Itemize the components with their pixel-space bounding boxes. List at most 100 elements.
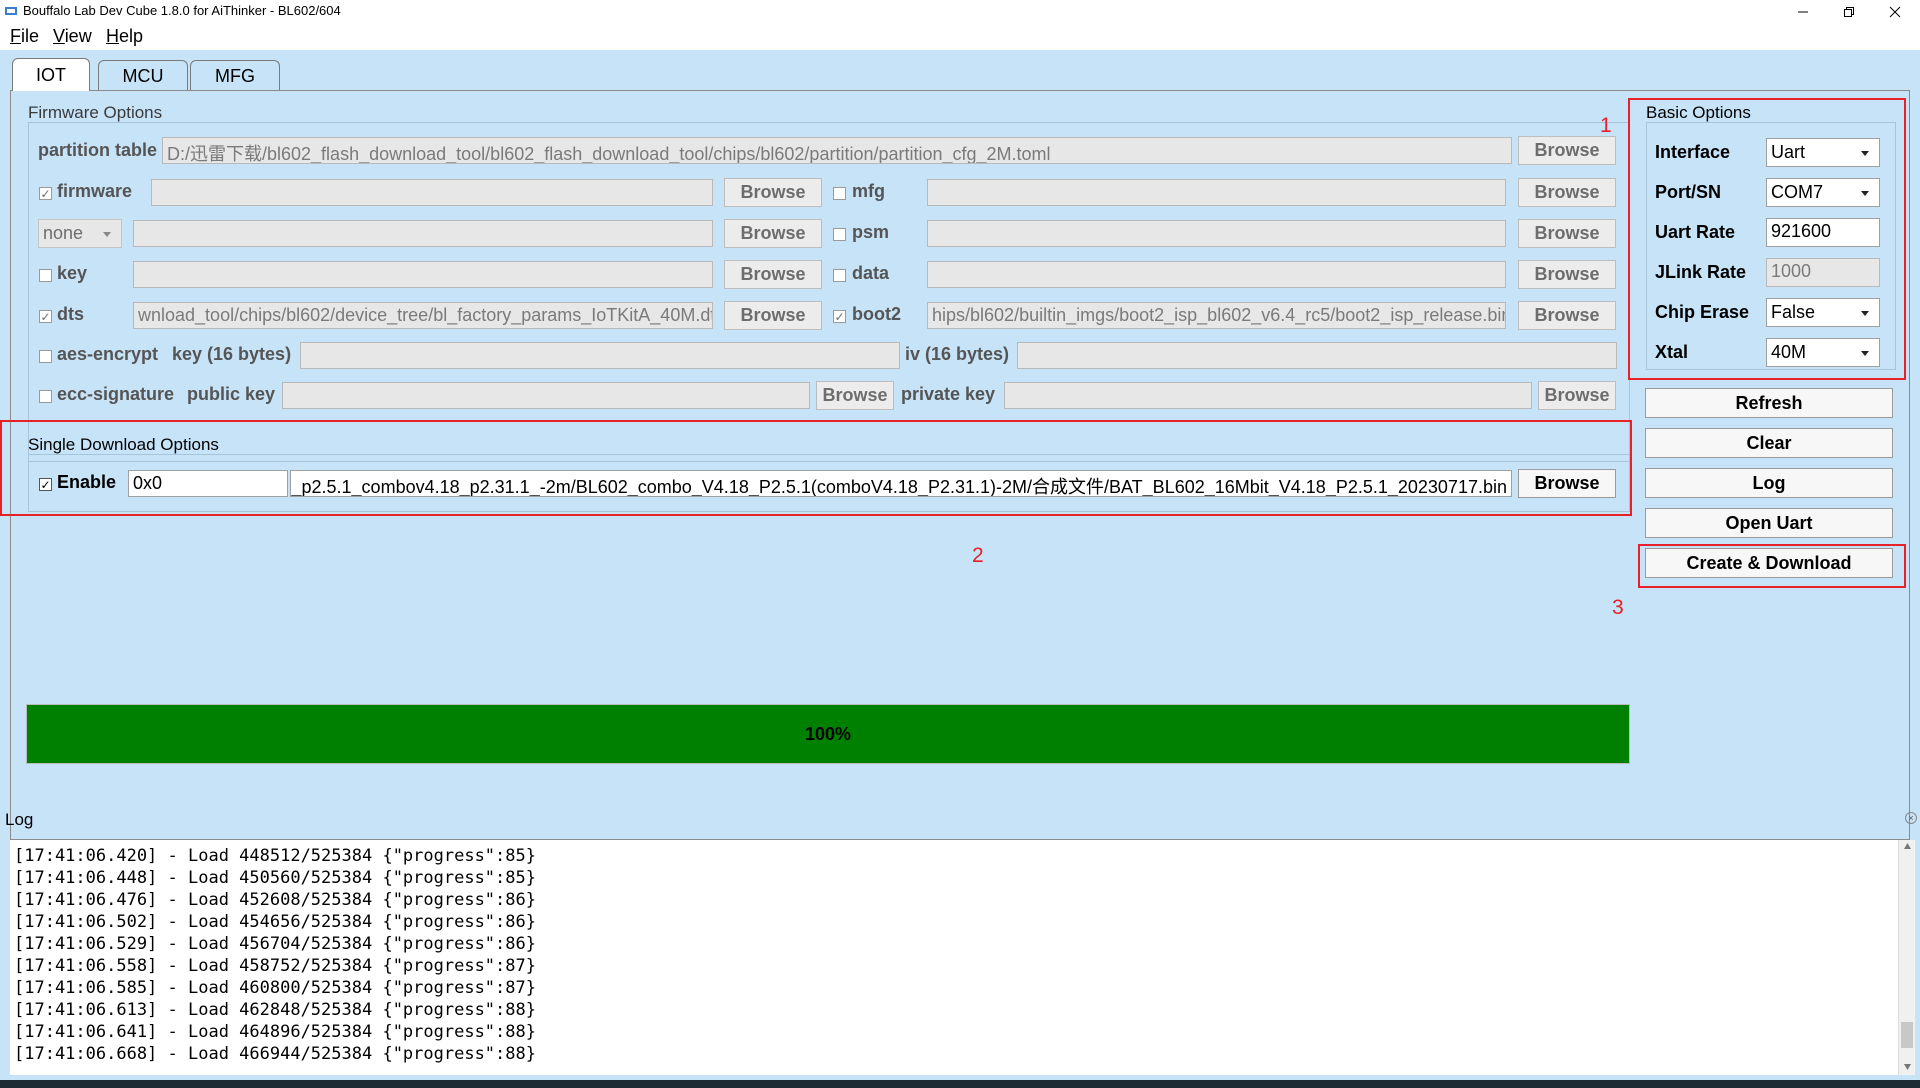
private-key-field[interactable] xyxy=(1004,382,1532,409)
mfg-browse-button[interactable]: Browse xyxy=(1518,178,1616,207)
log-line: [17:41:06.529] - Load 456704/525384 {"pr… xyxy=(14,934,536,954)
aes-iv-field[interactable] xyxy=(1017,342,1617,369)
ecc-signature-checkbox[interactable] xyxy=(39,390,52,403)
psm-checkbox[interactable] xyxy=(833,228,846,241)
public-key-label: public key xyxy=(187,384,276,404)
partition-type-select[interactable]: none xyxy=(38,219,122,248)
log-line: [17:41:06.613] - Load 462848/525384 {"pr… xyxy=(14,1000,536,1020)
annotation-box-2 xyxy=(0,420,1632,516)
close-icon xyxy=(1889,6,1901,18)
check-mark-icon: ✓ xyxy=(40,309,51,324)
data-checkbox[interactable] xyxy=(833,269,846,282)
refresh-button[interactable]: Refresh xyxy=(1645,388,1893,418)
boot2-label: boot2 xyxy=(852,304,901,324)
scroll-down-icon[interactable] xyxy=(1903,1062,1912,1071)
psm-field[interactable] xyxy=(927,220,1506,247)
aes-key-label: key (16 bytes) xyxy=(172,344,292,364)
public-key-browse-button[interactable]: Browse xyxy=(816,381,894,410)
progress-label: 100% xyxy=(804,723,852,744)
main-area: IOT MCU MFG Firmware Options partition t… xyxy=(0,50,1920,1082)
title-bar: Bouffalo Lab Dev Cube 1.8.0 for AiThinke… xyxy=(0,0,1920,24)
private-key-label: private key xyxy=(901,384,996,404)
firmware-options-title: Firmware Options xyxy=(28,103,163,122)
log-button[interactable]: Log xyxy=(1645,468,1893,498)
dts-checkbox[interactable]: ✓ xyxy=(39,310,52,323)
data-browse-button[interactable]: Browse xyxy=(1518,260,1616,289)
tab-iot[interactable]: IOT xyxy=(12,58,90,91)
log-title: Log xyxy=(5,810,34,829)
firmware-checkbox[interactable]: ✓ xyxy=(39,187,52,200)
dts-label: dts xyxy=(57,304,84,324)
partition-table-field[interactable]: D:/迅雷下载/bl602_flash_download_tool/bl602_… xyxy=(162,137,1512,164)
annotation-number-3: 3 xyxy=(1612,596,1624,619)
none-field[interactable] xyxy=(133,220,713,247)
clear-button[interactable]: Clear xyxy=(1645,428,1893,458)
mfg-field[interactable] xyxy=(927,179,1506,206)
mfg-label: mfg xyxy=(852,181,885,201)
maximize-button[interactable] xyxy=(1826,0,1872,24)
log-close-icon[interactable]: × xyxy=(1905,812,1917,824)
check-mark-icon: ✓ xyxy=(834,309,845,324)
scroll-thumb[interactable] xyxy=(1901,1022,1913,1048)
log-output[interactable]: [17:41:06.420] - Load 448512/525384 {"pr… xyxy=(10,840,1898,1075)
psm-browse-button[interactable]: Browse xyxy=(1518,219,1616,248)
check-mark-icon: ✓ xyxy=(40,186,51,201)
ecc-signature-label: ecc-signature xyxy=(57,384,175,404)
data-label: data xyxy=(852,263,890,283)
aes-iv-label: iv (16 bytes) xyxy=(905,344,1010,364)
firmware-field[interactable] xyxy=(151,179,713,206)
boot2-browse-button[interactable]: Browse xyxy=(1518,301,1616,330)
aes-encrypt-label: aes-encrypt xyxy=(57,344,159,364)
psm-label: psm xyxy=(852,222,890,242)
mfg-checkbox[interactable] xyxy=(833,187,846,200)
log-line: [17:41:06.476] - Load 452608/525384 {"pr… xyxy=(14,890,536,910)
log-scrollbar[interactable] xyxy=(1898,840,1915,1075)
firmware-label: firmware xyxy=(57,181,133,201)
boot2-field[interactable]: hips/bl602/builtin_imgs/boot2_isp_bl602_… xyxy=(927,302,1506,329)
log-line: [17:41:06.585] - Load 460800/525384 {"pr… xyxy=(14,978,536,998)
none-browse-button[interactable]: Browse xyxy=(724,219,822,248)
dts-field[interactable]: wnload_tool/chips/bl602/device_tree/bl_f… xyxy=(133,302,713,329)
log-line: [17:41:06.448] - Load 450560/525384 {"pr… xyxy=(14,868,536,888)
log-line: [17:41:06.641] - Load 464896/525384 {"pr… xyxy=(14,1022,536,1042)
menu-bar: File View Help xyxy=(0,24,1920,50)
annotation-box-1 xyxy=(1628,98,1906,380)
partition-browse-button[interactable]: Browse xyxy=(1518,136,1616,165)
tab-mfg[interactable]: MFG xyxy=(190,60,280,91)
scroll-up-icon[interactable] xyxy=(1903,842,1912,851)
taskbar-strip xyxy=(0,1080,1920,1088)
key-field[interactable] xyxy=(133,261,713,288)
log-line: [17:41:06.502] - Load 454656/525384 {"pr… xyxy=(14,912,536,932)
menu-file[interactable]: File xyxy=(10,26,39,47)
tab-mcu[interactable]: MCU xyxy=(98,60,188,91)
menu-help[interactable]: Help xyxy=(106,26,143,47)
tab-label: IOT xyxy=(36,64,66,85)
boot2-checkbox[interactable]: ✓ xyxy=(833,310,846,323)
key-browse-button[interactable]: Browse xyxy=(724,260,822,289)
public-key-field[interactable] xyxy=(282,382,810,409)
data-field[interactable] xyxy=(927,261,1506,288)
aes-key-field[interactable] xyxy=(300,342,900,369)
chevron-down-icon xyxy=(103,232,111,237)
app-icon xyxy=(5,7,17,15)
firmware-options-group xyxy=(28,122,1630,462)
select-value: none xyxy=(43,223,84,243)
private-key-browse-button[interactable]: Browse xyxy=(1538,381,1616,410)
minimize-button[interactable] xyxy=(1780,0,1826,24)
window-title: Bouffalo Lab Dev Cube 1.8.0 for AiThinke… xyxy=(23,3,341,18)
close-button[interactable] xyxy=(1872,0,1918,24)
tab-label: MCU xyxy=(122,65,164,86)
open-uart-button[interactable]: Open Uart xyxy=(1645,508,1893,538)
partition-table-label: partition table xyxy=(38,140,158,160)
dts-browse-button[interactable]: Browse xyxy=(724,301,822,330)
key-checkbox[interactable] xyxy=(39,269,52,282)
menu-view[interactable]: View xyxy=(53,26,92,47)
tab-label: MFG xyxy=(215,65,255,86)
annotation-box-3 xyxy=(1638,544,1906,588)
firmware-browse-button[interactable]: Browse xyxy=(724,178,822,207)
log-line: [17:41:06.420] - Load 448512/525384 {"pr… xyxy=(14,846,536,866)
annotation-number-1: 1 xyxy=(1600,114,1612,137)
restore-icon xyxy=(1844,7,1854,17)
aes-encrypt-checkbox[interactable] xyxy=(39,350,52,363)
log-line: [17:41:06.558] - Load 458752/525384 {"pr… xyxy=(14,956,536,976)
